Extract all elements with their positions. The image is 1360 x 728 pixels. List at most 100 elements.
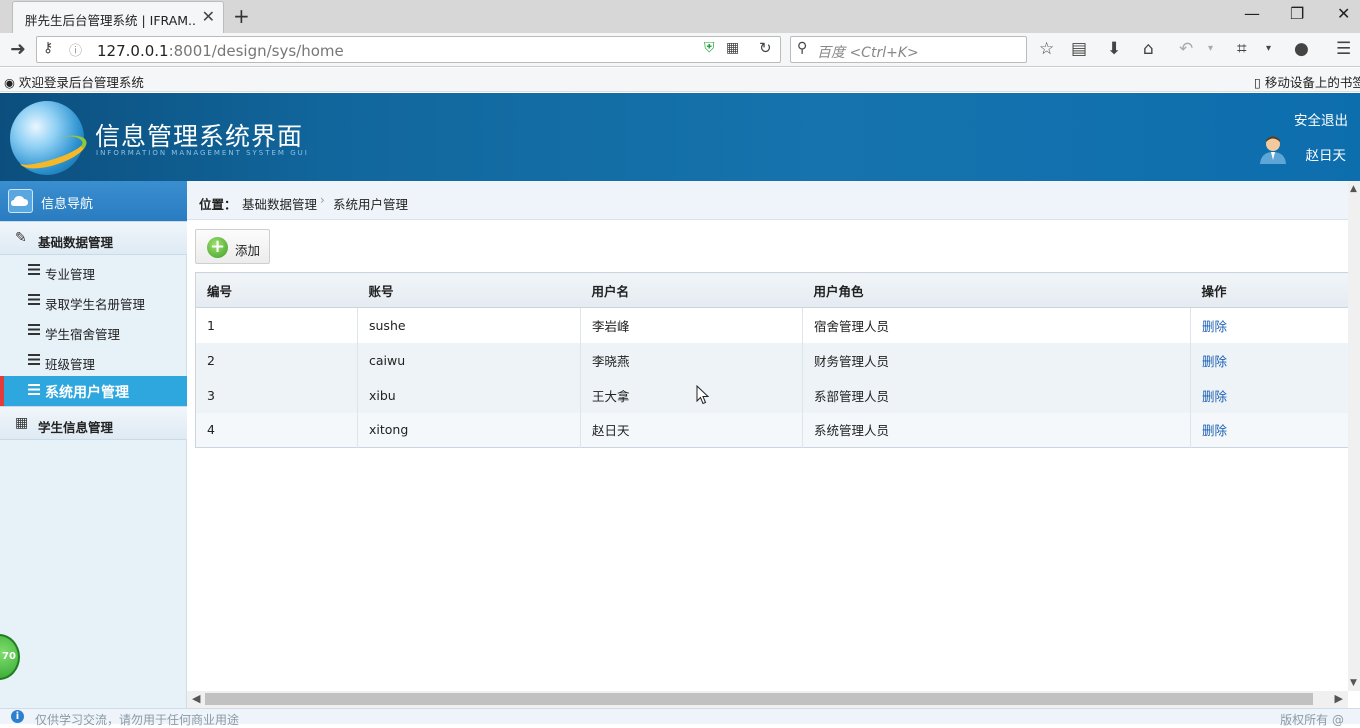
window-close-icon[interactable]: ✕ xyxy=(1337,4,1350,23)
sidebar-item-class[interactable]: 班级管理 xyxy=(0,346,187,376)
horizontal-scroll-thumb[interactable] xyxy=(205,693,1313,705)
back-arrow-icon[interactable]: ➜ xyxy=(10,38,26,60)
cell-id: 1 xyxy=(195,307,358,343)
undo-icon[interactable]: ↶ xyxy=(1179,39,1193,59)
cell-role: 系部管理人员 xyxy=(802,377,1191,413)
column-header-id[interactable]: 编号 xyxy=(195,272,358,308)
url-host: 127.0.0.1 xyxy=(97,42,169,60)
cell-role: 财务管理人员 xyxy=(802,342,1191,378)
users-table: 编号 账号 用户名 用户角色 操作 1 sushe 李岩峰 宿舍管理人员 删除 … xyxy=(195,272,1351,448)
cell-actions: 删除 xyxy=(1190,307,1351,343)
bookmark-star-icon[interactable]: ☆ xyxy=(1039,39,1054,59)
cloud-icon xyxy=(8,189,33,213)
cell-account: sushe xyxy=(357,307,581,343)
app-subtitle: INFORMATION MANAGEMENT SYSTEM GUI xyxy=(96,149,309,157)
main-content: 位置： 基础数据管理 › 系统用户管理 + 添加 编号 账号 用户名 用户角色 … xyxy=(187,181,1351,691)
sidebar-group-student-info[interactable]: ▦ 学生信息管理 xyxy=(0,406,187,440)
cell-role: 宿舍管理人员 xyxy=(802,307,1191,343)
table-row[interactable]: 2 caiwu 李晓燕 财务管理人员 删除 xyxy=(195,342,1351,378)
qr-code-icon[interactable]: ▦ xyxy=(726,40,739,56)
delete-link[interactable]: 删除 xyxy=(1202,354,1227,369)
undo-menu-icon[interactable]: ▾ xyxy=(1208,43,1213,54)
scroll-right-icon[interactable]: ▶ xyxy=(1335,692,1343,705)
breadcrumb-separator-icon: › xyxy=(320,193,325,207)
column-header-actions: 操作 xyxy=(1190,272,1351,308)
sidebar-item-label: 系统用户管理 xyxy=(45,385,129,401)
delete-link[interactable]: 删除 xyxy=(1202,389,1227,404)
menu-icon[interactable]: ☰ xyxy=(1336,39,1351,59)
list-icon xyxy=(28,294,40,305)
scroll-down-icon[interactable]: ▼ xyxy=(1350,678,1357,688)
sidebar: 信息导航 ✎ 基础数据管理 专业管理 录取学生名册管理 学生宿舍管理 班级管理 … xyxy=(0,181,187,708)
column-header-account[interactable]: 账号 xyxy=(357,272,581,308)
delete-link[interactable]: 删除 xyxy=(1202,319,1227,334)
reload-icon[interactable]: ↻ xyxy=(759,39,772,57)
scroll-up-icon[interactable]: ▲ xyxy=(1350,184,1357,194)
floating-badge[interactable]: 70 xyxy=(0,634,20,680)
add-button-label: 添加 xyxy=(235,243,261,258)
sidebar-group-label: 学生信息管理 xyxy=(38,420,114,435)
table-row[interactable]: 3 xibu 王大拿 系部管理人员 删除 xyxy=(195,377,1351,413)
crop-icon[interactable]: ⌗ xyxy=(1237,39,1247,59)
sidebar-item-label: 班级管理 xyxy=(45,357,96,372)
browser-tab[interactable]: 胖先生后台管理系统 | IFRAM... ✕ xyxy=(12,1,224,33)
new-tab-icon[interactable]: + xyxy=(233,4,250,28)
cell-username: 王大拿 xyxy=(580,377,803,413)
user-name: 赵日天 xyxy=(1305,148,1347,164)
cell-actions: 删除 xyxy=(1190,412,1351,448)
download-icon[interactable]: ⬇ xyxy=(1107,39,1121,59)
plus-icon: + xyxy=(207,237,228,258)
reading-list-icon[interactable]: ▤ xyxy=(1071,39,1087,59)
crop-menu-icon[interactable]: ▾ xyxy=(1266,43,1271,54)
calendar-icon: ▦ xyxy=(15,415,29,431)
cell-account: caiwu xyxy=(357,342,581,378)
sidebar-item-system-users[interactable]: 系统用户管理 xyxy=(0,376,187,406)
restore-icon[interactable]: ❐ xyxy=(1290,4,1304,23)
mobile-bookmarks-label: 移动设备上的书签 xyxy=(1264,75,1360,90)
footer-copyright: 版权所有 @ xyxy=(1280,713,1344,727)
bookmark-item[interactable]: ◉ 欢迎登录后台管理系统 xyxy=(4,72,144,91)
sidebar-item-admission-roster[interactable]: 录取学生名册管理 xyxy=(0,286,187,316)
address-bar[interactable]: ⚷ ⓘ 127.0.0.1:8001/design/sys/home ⛨ ▦ ↻ xyxy=(36,36,781,63)
minimize-icon[interactable]: — xyxy=(1244,4,1260,23)
sidebar-group-label: 基础数据管理 xyxy=(38,235,114,250)
search-placeholder: 百度 <Ctrl+K> xyxy=(817,45,919,61)
url-path: :8001/design/sys/home xyxy=(168,42,344,60)
scroll-left-icon[interactable]: ◀ xyxy=(192,692,200,705)
shield-icon[interactable]: ⛨ xyxy=(704,40,715,56)
info-icon[interactable]: ⓘ xyxy=(69,40,82,59)
column-header-username[interactable]: 用户名 xyxy=(580,272,803,308)
logout-link[interactable]: 安全退出 xyxy=(1294,109,1348,129)
add-button[interactable]: + 添加 xyxy=(195,229,270,264)
home-icon[interactable]: ⌂ xyxy=(1143,39,1154,59)
mouse-cursor-icon xyxy=(696,385,710,405)
key-icon: ⚷ xyxy=(43,40,54,56)
cell-username: 李晓燕 xyxy=(580,342,803,378)
cell-username: 赵日天 xyxy=(580,412,803,448)
column-header-role[interactable]: 用户角色 xyxy=(802,272,1191,308)
list-icon xyxy=(28,384,40,395)
chat-icon[interactable]: ● xyxy=(1294,39,1309,59)
cell-id: 2 xyxy=(195,342,358,378)
mobile-bookmarks[interactable]: ▯ 移动设备上的书签 xyxy=(1254,72,1360,91)
search-bar[interactable]: ⚲ 百度 <Ctrl+K> xyxy=(790,36,1027,63)
app-title: 信息管理系统界面 xyxy=(95,122,304,151)
horizontal-scrollbar[interactable]: ◀ ▶ xyxy=(187,691,1348,708)
search-icon: ⚲ xyxy=(797,40,808,56)
cell-id: 3 xyxy=(195,377,358,413)
sidebar-item-dormitory[interactable]: 学生宿舍管理 xyxy=(0,316,187,346)
sidebar-group-basic-data[interactable]: ✎ 基础数据管理 xyxy=(0,221,187,255)
delete-link[interactable]: 删除 xyxy=(1202,423,1227,438)
sidebar-item-major[interactable]: 专业管理 xyxy=(0,256,187,286)
vertical-scrollbar[interactable]: ▲ ▼ xyxy=(1348,181,1360,691)
breadcrumb-level2: 系统用户管理 xyxy=(333,197,409,212)
breadcrumb-level1[interactable]: 基础数据管理 xyxy=(242,194,317,213)
table-row[interactable]: 4 xitong 赵日天 系统管理人员 删除 xyxy=(195,412,1351,448)
url-text: 127.0.0.1:8001/design/sys/home xyxy=(97,42,344,60)
browser-nav-bar: ➜ ⚷ ⓘ 127.0.0.1:8001/design/sys/home ⛨ ▦… xyxy=(0,33,1360,67)
table-row[interactable]: 1 sushe 李岩峰 宿舍管理人员 删除 xyxy=(195,307,1351,343)
sidebar-item-label: 学生宿舍管理 xyxy=(45,327,121,342)
close-tab-icon[interactable]: ✕ xyxy=(202,7,215,26)
cell-id: 4 xyxy=(195,412,358,448)
bookmark-label: 欢迎登录后台管理系统 xyxy=(18,75,144,90)
